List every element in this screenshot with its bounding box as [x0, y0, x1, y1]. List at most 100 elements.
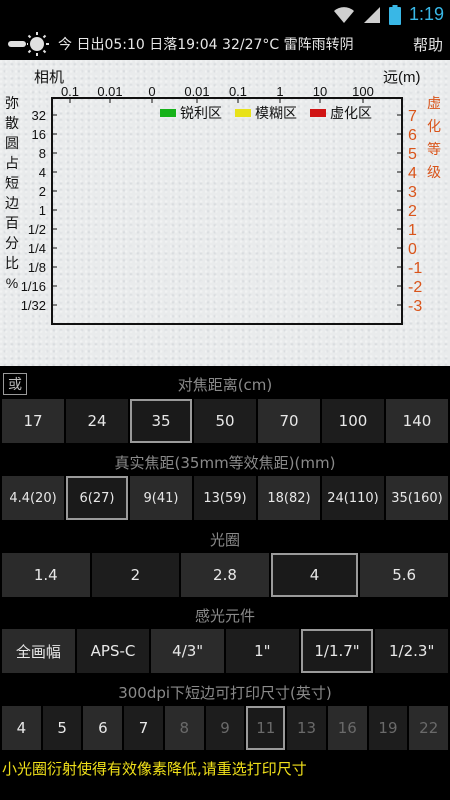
focus-distance-option[interactable]: 100 [322, 399, 384, 443]
y-left-tick-label: 2 [39, 184, 46, 199]
focus-distance-option[interactable]: 50 [194, 399, 256, 443]
y-left-title-char: 边 [5, 195, 19, 211]
focal-length-selector: 4.4(20) 6(27) 9(41) 13(59) 18(82) 24(110) 35(1… [2, 476, 448, 520]
print-size-option[interactable]: 4 [2, 706, 41, 750]
focus-distance-option[interactable]: 24 [66, 399, 128, 443]
x-tick-label: 0.1 [61, 84, 79, 99]
status-time: 1:19 [408, 4, 444, 24]
y-right-tick-label: 2 [408, 203, 417, 220]
print-size-option[interactable]: 8 [164, 706, 204, 750]
sensor-option[interactable]: 全画幅 [2, 629, 75, 673]
weather-info: 今 日出05:10 日落19:04 32/27°C 雷阵雨转阴 [58, 37, 354, 53]
signal-icon [363, 6, 380, 23]
chart-frame [51, 97, 403, 325]
y-right-tick-label: 3 [408, 184, 417, 201]
focus-distance-selector: 17 24 35 50 70 100 140 [2, 399, 448, 443]
x-tick-label: 0.01 [184, 84, 209, 99]
x-tick-label: 1 [276, 84, 283, 99]
y-left-title-char: 弥 [5, 95, 19, 111]
y-right-tick-label: 7 [408, 108, 417, 125]
x-tick-label: 10 [313, 84, 327, 99]
y-left-title-char: 百 [5, 215, 19, 231]
focus-distance-title: 对焦距离(cm) [177, 376, 273, 394]
focal-length-option[interactable]: 18(82) [258, 476, 320, 520]
focal-length-option[interactable]: 24(110) [322, 476, 384, 520]
y-right-tick-label: -2 [408, 279, 422, 296]
help-button[interactable]: 帮助 [406, 34, 450, 55]
focal-length-title: 真实焦距(35mm等效焦距)(mm) [114, 454, 336, 472]
y-left-tick-label: 1/2 [28, 222, 46, 237]
focal-length-option[interactable]: 13(59) [194, 476, 256, 520]
legend-swatch [235, 109, 251, 117]
legend-label: 虚化区 [330, 105, 372, 121]
focal-length-option[interactable]: 6(27) [66, 476, 128, 520]
print-size-option[interactable]: 5 [42, 706, 82, 750]
y-left-tick-label: 1/32 [21, 298, 46, 313]
sensor-option[interactable]: 1/2.3" [375, 629, 449, 673]
y-right-tick-label: -1 [408, 260, 422, 277]
legend-swatch [310, 109, 326, 117]
sensor-option[interactable]: 4/3" [151, 629, 225, 673]
print-size-option[interactable]: 16 [327, 706, 367, 750]
y-left-tick-label: 4 [39, 165, 46, 180]
focal-length-option[interactable]: 9(41) [130, 476, 192, 520]
aperture-option[interactable]: 1.4 [2, 553, 90, 597]
x-tick-label: 100 [352, 84, 374, 99]
y-right-title-char: 级 [427, 164, 441, 180]
print-size-option[interactable]: 11 [246, 706, 286, 750]
print-size-option[interactable]: 9 [205, 706, 245, 750]
sensor-selector: 全画幅 APS-C 4/3" 1" 1/1.7" 1/2.3" [2, 629, 449, 673]
sun-icon[interactable] [0, 28, 58, 60]
y-left-tick-label: 32 [32, 108, 46, 123]
legend-label: 模糊区 [255, 105, 297, 121]
depth-of-field-chart: 相机 远(m) 0.1 0.01 0 0.01 0.1 1 10 100 32 7 16 6 8 5 4 4 2 3 1… [0, 60, 450, 366]
y-left-tick-label: 1/8 [28, 260, 46, 275]
y-right-title-char: 化 [427, 118, 441, 134]
focus-distance-option[interactable]: 35 [130, 399, 192, 443]
print-size-option[interactable]: 7 [124, 706, 163, 750]
y-left-tick-label: 1/16 [21, 279, 46, 294]
focus-distance-option[interactable]: 140 [386, 399, 448, 443]
aperture-option[interactable]: 4 [270, 553, 359, 597]
aperture-title: 光圈 [209, 531, 240, 549]
y-left-title-char: 短 [5, 175, 19, 191]
aperture-option[interactable]: 5.6 [360, 553, 448, 597]
print-size-option[interactable]: 19 [368, 706, 408, 750]
print-size-option[interactable]: 13 [287, 706, 326, 750]
x-tick-label: 0.1 [229, 84, 247, 99]
aperture-option[interactable]: 2 [91, 553, 180, 597]
focal-length-option[interactable]: 4.4(20) [2, 476, 64, 520]
y-right-tick-label: 5 [408, 146, 417, 163]
y-right-tick-label: 1 [408, 222, 417, 239]
focus-distance-option[interactable]: 17 [2, 399, 64, 443]
print-size-option[interactable]: 22 [409, 706, 449, 750]
focus-distance-option[interactable]: 70 [258, 399, 320, 443]
chart-top-right-label: 远(m) [383, 69, 421, 86]
print-size-option[interactable]: 6 [83, 706, 123, 750]
y-right-tick-label: 6 [408, 127, 417, 144]
y-left-tick-label: 1 [39, 203, 46, 218]
sensor-title: 感光元件 [194, 607, 255, 625]
print-size-selector: 4 5 6 7 8 9 11 13 16 19 22 [2, 706, 449, 750]
focal-length-option[interactable]: 35(160) [386, 476, 448, 520]
chart-canvas: 相机 远(m)0.1 0.01 0 0.01 0.1 1 10 10032 716 68 54 42 31… [5, 69, 441, 325]
y-left-tick-label: 1/4 [28, 241, 46, 256]
y-left-title-char: % [6, 275, 18, 291]
y-left-tick-label: 8 [39, 146, 46, 161]
y-right-tick-label: 4 [408, 165, 417, 182]
y-right-title-char: 等 [427, 141, 441, 157]
battery-icon [388, 4, 401, 25]
y-left-title-char: 分 [5, 235, 19, 251]
status-bar: 1:19 [0, 0, 450, 28]
sensor-option[interactable]: 1/1.7" [300, 629, 374, 673]
x-tick-label: 0.01 [97, 84, 122, 99]
y-left-title-char: 占 [5, 155, 19, 171]
aperture-option[interactable]: 2.8 [181, 553, 269, 597]
y-left-title-char: 散 [5, 115, 19, 131]
sensor-option[interactable]: 1" [226, 629, 299, 673]
diffraction-warning: 小光圈衍射使得有效像素降低,请重选打印尺寸 [2, 760, 307, 778]
legend-label: 锐利区 [180, 105, 222, 121]
aperture-selector: 1.4 2 2.8 4 5.6 [2, 553, 448, 597]
y-right-tick-label: -3 [408, 298, 422, 315]
sensor-option[interactable]: APS-C [76, 629, 150, 673]
